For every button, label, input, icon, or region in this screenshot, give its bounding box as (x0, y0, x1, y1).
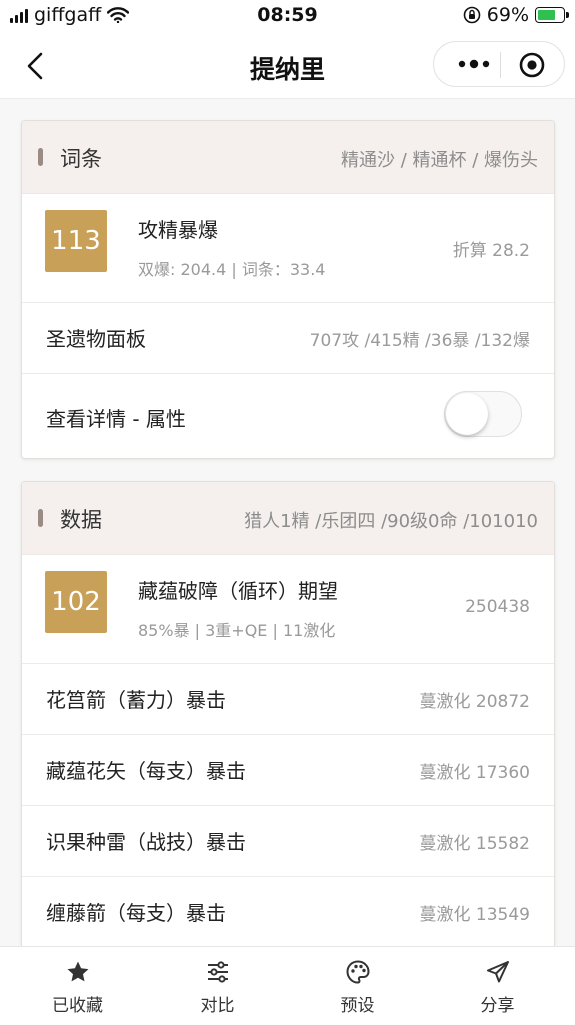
status-right: 69% (463, 4, 569, 26)
artifact-panel-row[interactable]: 圣遗物面板 707攻 /415精 /36暴 /132爆 (22, 303, 554, 374)
star-icon (67, 961, 88, 982)
data-summary-subtitle: 85%暴 | 3重+QE | 11激化 (138, 621, 336, 640)
toggle-knob (446, 393, 488, 435)
damage-row[interactable]: 藏蕴花矢（每支）暴击 蔓激化 17360 (22, 735, 554, 806)
tab-share[interactable]: 分享 (426, 959, 569, 1016)
details-toggle-switch[interactable] (444, 391, 522, 437)
row-label: 花筥箭（蓄力）暴击 (46, 688, 226, 712)
mini-program-capsule (433, 41, 565, 87)
row-label: 缠藤箭（每支）暴击 (46, 901, 226, 925)
affix-card-subtitle: 精通沙 / 精通杯 / 爆伤头 (340, 150, 538, 171)
nav-bar: 提纳里 (0, 34, 575, 99)
tab-label: 预设 (340, 996, 375, 1016)
details-toggle-row: 查看详情 - 属性 (22, 374, 554, 458)
affix-summary-value: 折算 28.2 (452, 241, 530, 261)
tab-label: 分享 (480, 996, 515, 1016)
palette-icon (345, 960, 370, 984)
sliders-icon (207, 961, 228, 983)
row-value: 蔓激化 13549 (419, 905, 530, 925)
battery-icon (535, 7, 569, 23)
data-card-title: 数据 (60, 508, 102, 532)
row-label: 藏蕴花矢（每支）暴击 (46, 759, 246, 783)
capsule-divider (500, 52, 501, 78)
affix-summary-row[interactable]: 113 攻精暴爆 双爆: 204.4 | 词条：33.4 折算 28.2 (22, 194, 554, 303)
data-summary-title: 藏蕴破障（循环）期望 (138, 579, 338, 603)
send-icon (486, 961, 509, 983)
data-card-subtitle: 猎人1精 /乐团四 /90级0命 /101010 (244, 511, 538, 532)
header-accent-bar (38, 148, 43, 166)
affix-card-title: 词条 (60, 147, 102, 171)
row-label: 圣遗物面板 (46, 327, 146, 351)
affix-summary-title: 攻精暴爆 (138, 218, 218, 242)
header-accent-bar (38, 509, 43, 527)
damage-row[interactable]: 缠藤箭（每支）暴击 蔓激化 13549 (22, 877, 554, 947)
data-summary-row[interactable]: 102 藏蕴破障（循环）期望 85%暴 | 3重+QE | 11激化 25043… (22, 555, 554, 664)
tab-label: 已收藏 (52, 996, 103, 1016)
close-miniprogram-icon[interactable] (519, 52, 545, 78)
tab-label: 对比 (200, 996, 235, 1016)
data-card: 数据 猎人1精 /乐团四 /90级0命 /101010 102 藏蕴破障（循环）… (21, 481, 555, 963)
row-value: 蔓激化 15582 (419, 834, 530, 854)
score-badge: 113 (45, 210, 107, 272)
affix-card-header: 词条 精通沙 / 精通杯 / 爆伤头 (22, 121, 554, 194)
affix-card: 词条 精通沙 / 精通杯 / 爆伤头 113 攻精暴爆 双爆: 204.4 | … (21, 120, 555, 459)
row-value: 蔓激化 20872 (419, 692, 530, 712)
tab-compare[interactable]: 对比 (146, 959, 289, 1016)
details-toggle-label: 查看详情 - 属性 (46, 407, 186, 431)
row-label: 识果种雷（战技）暴击 (46, 830, 246, 854)
row-value: 707攻 /415精 /36暴 /132爆 (309, 331, 530, 351)
data-summary-value: 250438 (465, 597, 530, 617)
score-badge: 102 (45, 571, 107, 633)
damage-row[interactable]: 花筥箭（蓄力）暴击 蔓激化 20872 (22, 664, 554, 735)
status-bar: giffgaff 08:59 69% (0, 0, 575, 34)
tab-favorites[interactable]: 已收藏 (6, 959, 149, 1016)
affix-summary-subtitle: 双爆: 204.4 | 词条：33.4 (138, 260, 326, 279)
more-icon[interactable] (454, 54, 494, 74)
orientation-lock-icon (463, 6, 481, 24)
damage-row[interactable]: 识果种雷（战技）暴击 蔓激化 15582 (22, 806, 554, 877)
data-card-header: 数据 猎人1精 /乐团四 /90级0命 /101010 (22, 482, 554, 555)
tab-presets[interactable]: 预设 (286, 959, 429, 1016)
battery-percent: 69% (486, 4, 529, 26)
bottom-tab-bar: 已收藏 对比 预设 分享 (0, 946, 575, 1025)
row-value: 蔓激化 17360 (419, 763, 530, 783)
